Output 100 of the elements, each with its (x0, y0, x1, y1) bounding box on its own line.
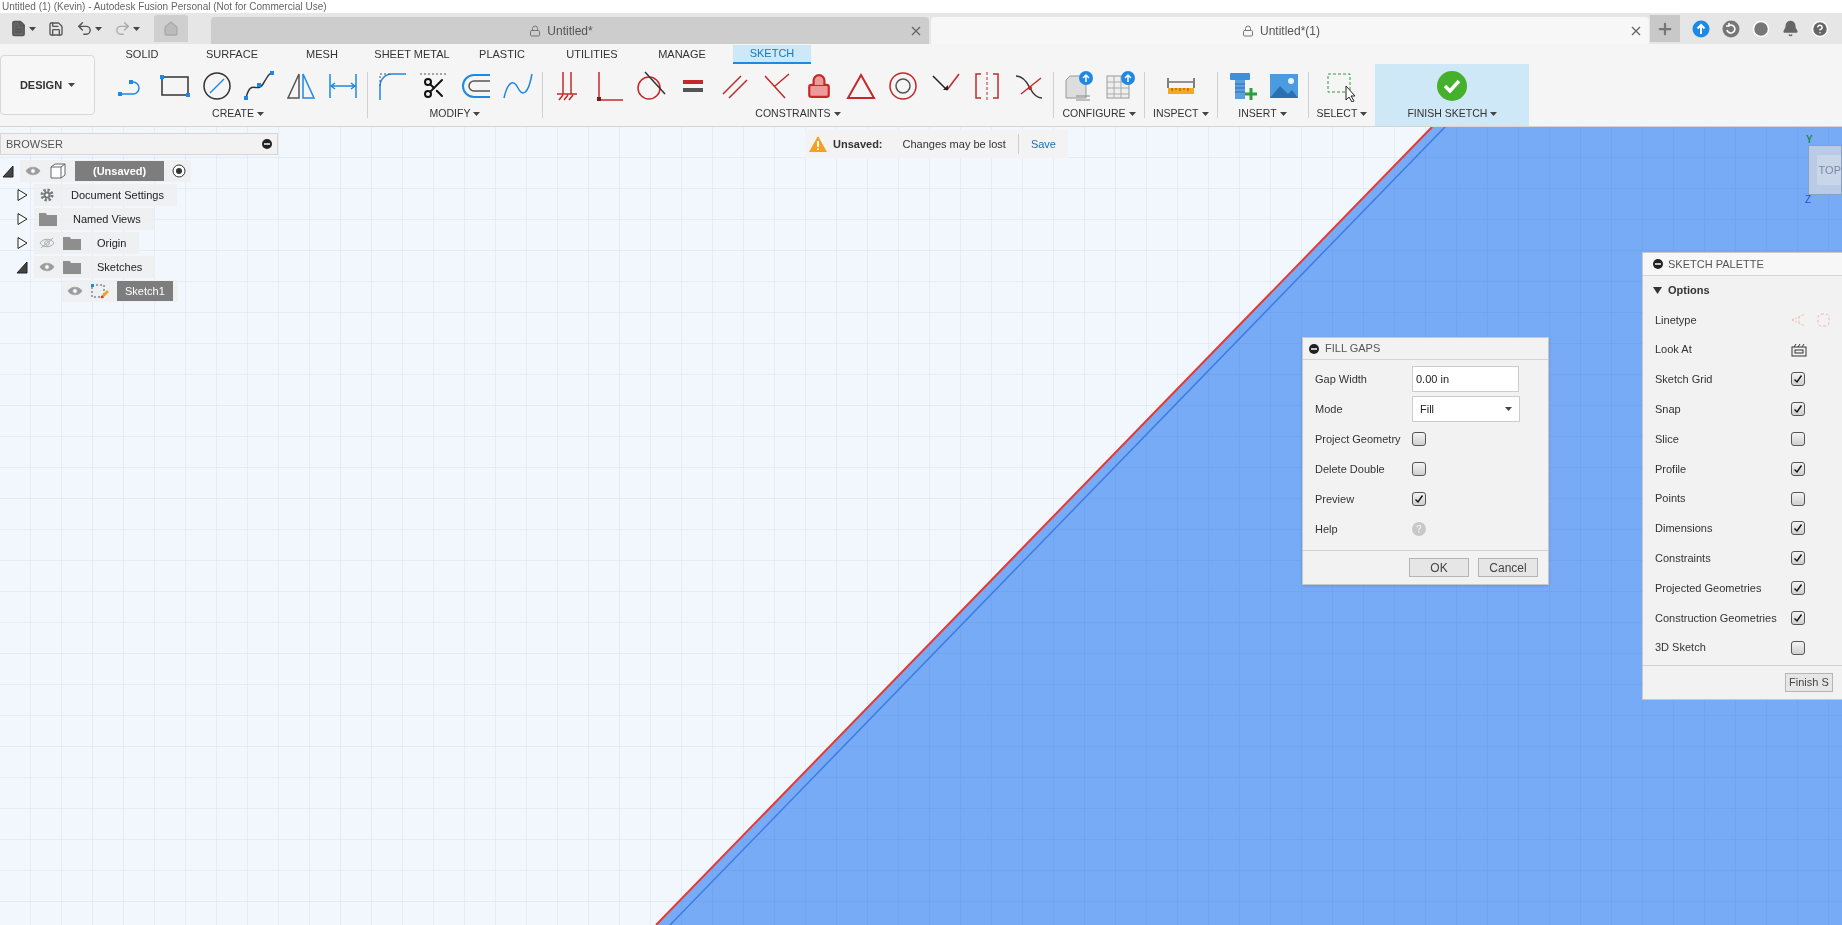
circle-icon[interactable] (201, 69, 233, 102)
caret-icon[interactable] (1653, 287, 1662, 294)
caret-icon (833, 112, 841, 117)
tool-group-menu[interactable]: CREATE (212, 106, 264, 122)
dialog-button[interactable]: Cancel (1478, 558, 1538, 577)
ribbon-tab[interactable]: SHEET METAL (373, 44, 451, 64)
option-label: Projected Geometries (1655, 580, 1763, 596)
document-tab[interactable]: Untitled* (211, 17, 929, 44)
tab-label: Untitled*(1) (1260, 22, 1320, 40)
help-icon[interactable] (1811, 19, 1829, 38)
tree-item-label[interactable]: Sketch1 (117, 281, 173, 301)
checkbox[interactable] (1791, 610, 1805, 625)
option-label: Profile (1655, 461, 1688, 477)
mode-dropdown[interactable]: Fill (1412, 396, 1520, 422)
checkbox[interactable] (1791, 521, 1805, 536)
axis-label: Z (1805, 195, 1813, 205)
unsaved-label: Unsaved: (833, 136, 883, 152)
tool-group-menu[interactable]: INSERT (1238, 106, 1287, 122)
checkbox[interactable] (1791, 640, 1805, 655)
checkbox[interactable] (1791, 551, 1805, 566)
caret-icon (1128, 112, 1136, 117)
caret-icon (1279, 112, 1287, 117)
tool-group-menu[interactable]: CONSTRAINTS (755, 106, 841, 122)
collapse-triangle-icon[interactable] (16, 260, 28, 274)
caret-icon (95, 26, 102, 31)
tool-group-menu[interactable]: SELECT (1316, 106, 1368, 122)
field-label: Project Geometry (1315, 431, 1402, 447)
tool-group-menu[interactable]: FINISH SKETCH (1407, 106, 1498, 122)
lock-icon (529, 24, 542, 37)
ribbon-tab[interactable]: SURFACE (193, 44, 271, 64)
ribbon-tab[interactable]: MANAGE (643, 44, 721, 64)
tab-label: Untitled* (547, 22, 593, 40)
tree-item-label[interactable]: (Unsaved) (75, 161, 165, 181)
checkbox[interactable] (1791, 461, 1805, 476)
checkbox[interactable] (1412, 432, 1426, 446)
concentric-circles-icon[interactable] (887, 69, 919, 102)
field-label: Mode (1315, 401, 1344, 417)
ribbon-tab[interactable]: SKETCH (733, 44, 811, 64)
option-label: 3D Sketch (1655, 640, 1707, 656)
tool-group-menu[interactable]: MODIFY (429, 106, 481, 122)
caret-icon (68, 83, 76, 87)
collapse-triangle-icon[interactable] (2, 164, 14, 178)
expand-triangle-icon[interactable] (16, 212, 28, 226)
ribbon-tab[interactable]: MESH (283, 44, 361, 64)
upload-icon[interactable] (1692, 19, 1710, 38)
tool-group-menu[interactable]: INSPECT (1153, 106, 1209, 122)
finish-sketch-panel[interactable]: FINISH SKETCH (1375, 63, 1530, 126)
checkbox[interactable] (1791, 491, 1805, 506)
ribbon-tab[interactable]: UTILITIES (553, 44, 631, 64)
warning-icon (809, 136, 827, 152)
file-icon[interactable] (10, 20, 27, 37)
collapse-icon[interactable] (1653, 259, 1663, 269)
tool-group-menu[interactable]: CONFIGURE (1062, 106, 1136, 122)
options-section-header[interactable]: Options (1643, 276, 1842, 305)
option-label: Slice (1655, 431, 1680, 447)
checkbox[interactable] (1412, 492, 1426, 506)
spline-icon[interactable] (243, 69, 275, 102)
ribbon-tab[interactable]: SOLID (103, 44, 181, 64)
dialog-button[interactable]: OK (1409, 558, 1469, 577)
close-icon[interactable] (911, 25, 921, 36)
workspace-switcher[interactable]: DESIGN (0, 55, 95, 115)
close-icon[interactable] (1631, 25, 1641, 36)
gap-width-input[interactable]: 0.00 in (1412, 366, 1519, 392)
finish-sketch-button[interactable]: Finish S (1785, 672, 1833, 692)
checkbox[interactable] (1791, 402, 1805, 417)
cube-icon (49, 163, 67, 179)
option-label: Look At (1655, 342, 1693, 358)
caret-icon (256, 112, 264, 117)
expand-triangle-icon[interactable] (16, 188, 28, 202)
checkbox[interactable] (1791, 372, 1805, 387)
save-link[interactable]: Save (1030, 135, 1064, 153)
tangent-circle-icon[interactable] (635, 69, 667, 102)
sketch-icon (91, 283, 109, 299)
refresh-icon[interactable] (1722, 19, 1740, 38)
caret-icon (473, 112, 481, 117)
checkbox[interactable] (1791, 432, 1805, 447)
option-label: Points (1655, 491, 1687, 507)
option-label: Snap (1655, 402, 1682, 418)
look-at-icon[interactable] (1791, 342, 1807, 357)
ribbon-tab[interactable]: PLASTIC (463, 44, 541, 64)
document-tab[interactable]: Untitled*(1) (931, 17, 1649, 44)
caret-icon (1360, 112, 1368, 117)
collapse-icon[interactable] (1309, 343, 1319, 354)
option-label: Linetype (1655, 312, 1698, 328)
radio-target-icon[interactable] (172, 164, 187, 178)
check-circle-icon[interactable] (1436, 69, 1469, 102)
new-tab-button[interactable] (1650, 15, 1680, 42)
collapse-icon[interactable] (262, 139, 272, 149)
parameters-icon[interactable] (1062, 69, 1094, 102)
unsaved-message: Changes may be lost (902, 136, 1006, 152)
folder-icon (63, 260, 81, 274)
field-label: Delete Double (1315, 461, 1386, 477)
undo-icon[interactable] (76, 20, 93, 37)
checkbox[interactable] (1791, 581, 1805, 596)
checkbox[interactable] (1412, 462, 1426, 476)
bell-icon[interactable] (1782, 20, 1799, 37)
window-title: Untitled (1) (Kevin) - Autodesk Fusion Personal (Not for Commercial Use) (2, 0, 327, 13)
save-icon[interactable] (48, 20, 64, 37)
expand-triangle-icon[interactable] (16, 236, 28, 250)
table-icon[interactable] (1104, 69, 1136, 102)
